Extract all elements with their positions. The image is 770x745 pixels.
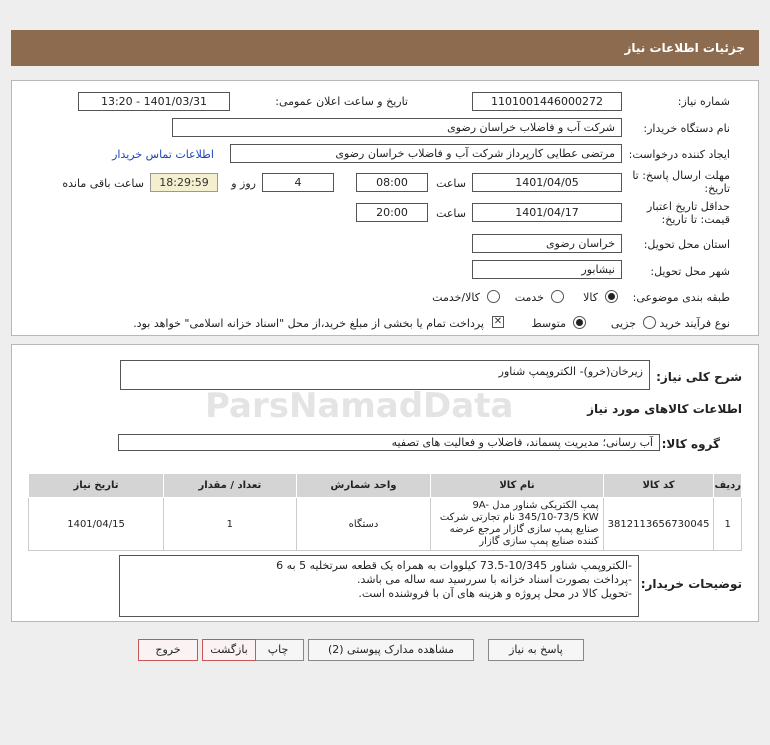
- col-date-header: تاریخ نیاز: [27, 473, 165, 498]
- deadline-time-label: ساعت: [436, 177, 466, 190]
- validity-date-field: 1401/04/17: [472, 203, 622, 222]
- print-button[interactable]: چاپ: [252, 639, 304, 661]
- deadline-label-date: تاریخ:: [704, 182, 730, 195]
- buyer-org-field: شرکت آب و فاضلاب خراسان رضوی: [172, 118, 622, 137]
- goods-group-label: گروه کالا:: [661, 437, 720, 451]
- goods-info-title: اطلاعات کالاهای مورد نیاز: [587, 402, 742, 416]
- col-code-header: کد کالا: [602, 473, 715, 498]
- goods-table-header: ردیف کد کالا نام کالا واحد شمارش تعداد /…: [27, 473, 742, 498]
- row-qty: 1: [163, 497, 297, 551]
- col-unit-header: واحد شمارش: [295, 473, 432, 498]
- need-number-field: 1101001446000272: [472, 92, 622, 111]
- validity-label: حداقل تاریخ اعتبار: [646, 200, 730, 213]
- category-radio-service[interactable]: [551, 290, 564, 303]
- buyer-notes-label: توضیحات خریدار:: [640, 577, 742, 591]
- goods-panel: شرح کلی نیاز: زیرخان(خرو)- الکتروپمپ شنا…: [11, 344, 759, 622]
- buyer-note-line: -تحویل کالا در محل پروژه و هزینه های آن …: [358, 587, 632, 600]
- treasury-payment-checkbox[interactable]: ✕: [492, 316, 504, 328]
- goods-table: ردیف کد کالا نام کالا واحد شمارش تعداد /…: [27, 473, 742, 551]
- requester-label: ایجاد کننده درخواست:: [628, 148, 730, 161]
- row-name: پمپ الکتریکی شناور مدل 9A-345/10-73/5 KW…: [430, 497, 604, 551]
- deadline-date-field: 1401/04/05: [472, 173, 622, 192]
- col-index-header: ردیف: [713, 473, 742, 498]
- requester-field: مرتضی عطایی کارپرداز شرکت آب و فاضلاب خر…: [230, 144, 622, 163]
- days-remaining-field: 4: [262, 173, 334, 192]
- row-code: 3812113656730045: [602, 497, 715, 551]
- validity-label-date: قیمت: تا تاریخ:: [661, 213, 730, 226]
- summary-label: شرح کلی نیاز:: [656, 370, 742, 384]
- remaining-label: ساعت باقی مانده: [62, 177, 144, 190]
- process-label: نوع فرآیند خرید :: [652, 317, 730, 330]
- row-index: 1: [713, 497, 742, 551]
- category-option-goods: کالا: [583, 291, 598, 304]
- need-details-panel: شماره نیاز: 1101001446000272 تاریخ و ساع…: [11, 80, 759, 336]
- deadline-time-field: 08:00: [356, 173, 428, 192]
- category-option-goods-service: کالا/خدمت: [432, 291, 480, 304]
- city-label: شهر محل تحویل:: [650, 265, 730, 278]
- buyer-note-line: -پرداخت بصورت اسناد خزانه با سررسید سه س…: [356, 573, 632, 586]
- buyer-notes-box: -الکتروپمپ شناور 10/345-73.5 کیلووات به …: [119, 555, 639, 617]
- announce-date-label: تاریخ و ساعت اعلان عمومی:: [275, 95, 408, 108]
- days-label: روز و: [231, 177, 256, 190]
- category-label: طبقه بندی موضوعی:: [632, 291, 730, 304]
- validity-time-field: 20:00: [356, 203, 428, 222]
- page-title: جزئیات اطلاعات نیاز: [11, 30, 759, 66]
- validity-time-label: ساعت: [436, 207, 466, 220]
- goods-group-field: آب رسانی؛ مدیریت پسماند، فاضلاب و فعالیت…: [118, 434, 660, 451]
- category-option-service: خدمت: [514, 291, 544, 304]
- attachments-button[interactable]: مشاهده مدارک پیوستی (2): [308, 639, 474, 661]
- reply-button[interactable]: پاسخ به نیاز: [488, 639, 584, 661]
- process-option-minor: جزیی: [610, 317, 636, 330]
- buyer-contact-link[interactable]: اطلاعات تماس خریدار: [112, 148, 214, 161]
- col-name-header: نام کالا: [430, 473, 604, 498]
- summary-field: زیرخان(خرو)- الکتروپمپ شناور: [120, 360, 650, 390]
- process-option-medium: متوسط: [531, 317, 566, 330]
- city-field: نیشابور: [472, 260, 622, 279]
- treasury-payment-note: پرداخت تمام یا بخشی از مبلغ خرید،از محل …: [133, 317, 484, 330]
- table-row: 1 3812113656730045 پمپ الکتریکی شناور مد…: [27, 497, 742, 551]
- exit-button[interactable]: خروج: [138, 639, 198, 661]
- need-number-label: شماره نیاز:: [677, 95, 730, 108]
- buyer-org-label: نام دستگاه خریدار:: [643, 122, 730, 135]
- process-radio-minor[interactable]: [643, 316, 656, 329]
- back-button[interactable]: بازگشت: [202, 639, 256, 661]
- remaining-time-field: 18:29:59: [150, 173, 218, 192]
- announce-date-field: 1401/03/31 - 13:20: [78, 92, 230, 111]
- category-radio-goods-service[interactable]: [487, 290, 500, 303]
- category-radio-goods[interactable]: [605, 290, 618, 303]
- province-field: خراسان رضوی: [472, 234, 622, 253]
- process-radio-medium[interactable]: [573, 316, 586, 329]
- province-label: استان محل تحویل:: [643, 238, 730, 251]
- row-unit: دستگاه: [295, 497, 432, 551]
- col-qty-header: تعداد / مقدار: [163, 473, 297, 498]
- deadline-label: مهلت ارسال پاسخ: تا: [632, 169, 730, 182]
- buyer-note-line: -الکتروپمپ شناور 10/345-73.5 کیلووات به …: [276, 559, 632, 572]
- row-date: 1401/04/15: [27, 497, 165, 551]
